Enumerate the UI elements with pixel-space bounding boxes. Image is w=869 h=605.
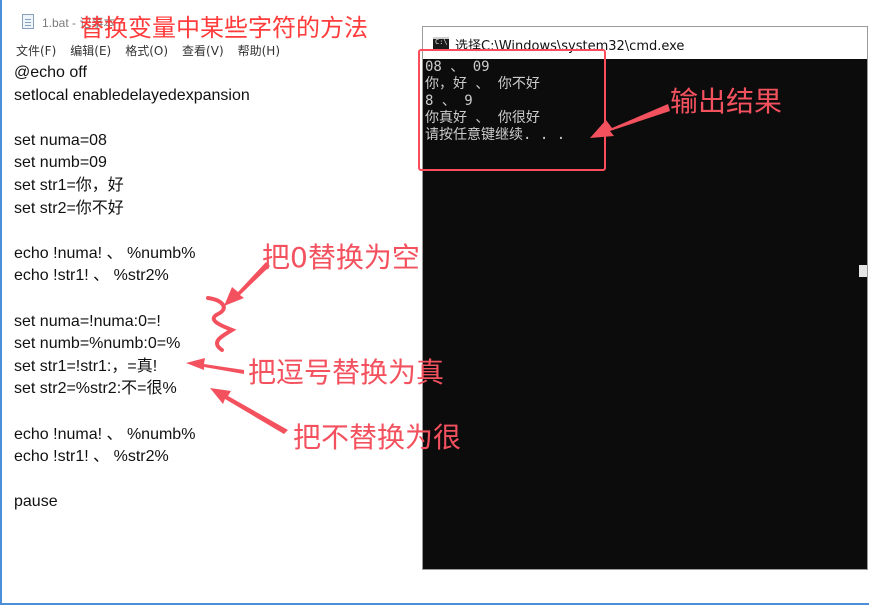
notepad-window: 1.bat - 记事本 文件(F) 编辑(E) 格式(O) 查看(V) 帮助(H… <box>2 0 432 603</box>
annotation-output-result: 输出结果 <box>670 85 783 118</box>
menu-format[interactable]: 格式(O) <box>125 40 168 60</box>
code-line: @echo off <box>14 64 87 81</box>
code-line: set numb=09 <box>14 154 107 172</box>
code-line: set numa=!numa:0=! <box>14 312 161 330</box>
annotation-replace-not: 把不替换为很 <box>293 421 462 454</box>
notepad-menubar: 文件(F) 编辑(E) 格式(O) 查看(V) 帮助(H) <box>2 40 432 60</box>
menu-edit[interactable]: 编辑(E) <box>70 40 111 60</box>
code-line: set str1=你，好 <box>14 176 124 194</box>
cmd-icon-label: C:\ <box>435 38 448 46</box>
page-heading: 替换变量中某些字符的方法 <box>80 14 368 42</box>
code-line: set numa=08 <box>14 131 107 149</box>
code-line: set str2=你不好 <box>14 199 124 217</box>
notepad-file-icon <box>22 14 34 29</box>
cmd-scrollbar-thumb[interactable] <box>859 265 867 277</box>
code-line: setlocal enabledelayedexpansion <box>14 86 250 104</box>
menu-view[interactable]: 查看(V) <box>182 40 224 60</box>
cmd-icon: C:\ <box>433 37 449 49</box>
menu-file[interactable]: 文件(F) <box>16 40 56 60</box>
menu-help[interactable]: 帮助(H) <box>238 40 280 60</box>
annotation-replace-zero: 把0替换为空 <box>262 241 420 274</box>
code-line: pause <box>14 493 58 511</box>
output-highlight-box <box>418 49 606 171</box>
annotation-replace-comma: 把逗号替换为真 <box>248 356 445 389</box>
